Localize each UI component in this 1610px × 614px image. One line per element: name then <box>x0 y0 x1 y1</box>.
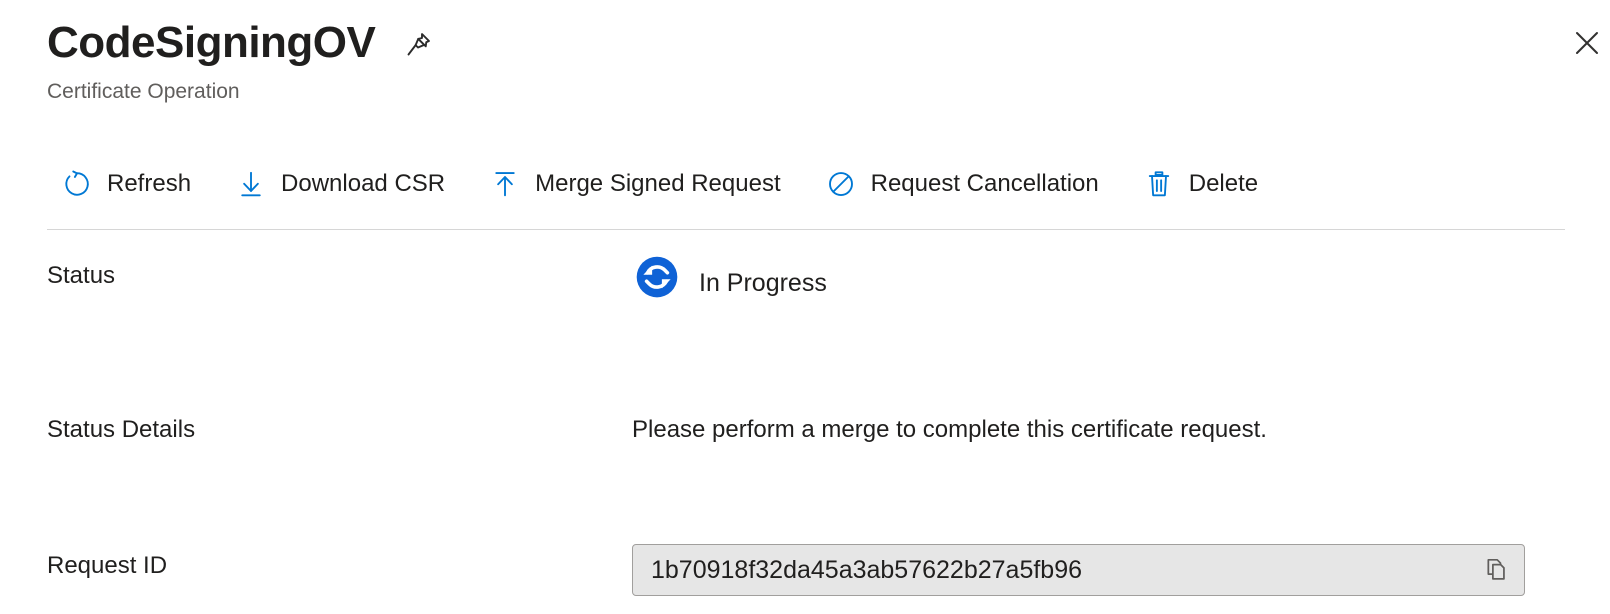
status-label: Status <box>47 262 116 289</box>
request-id-value: 1b70918f32da45a3ab57622b27a5fb96 <box>632 544 1565 596</box>
block-icon <box>825 168 857 200</box>
page-header: CodeSigningOV Certificate Operation <box>47 16 1550 106</box>
close-button[interactable] <box>1564 22 1610 68</box>
delete-button[interactable]: Delete <box>1129 162 1272 206</box>
delete-label: Delete <box>1188 170 1259 197</box>
trash-icon <box>1143 168 1175 200</box>
status-details-row: Status Details Please perform a merge to… <box>47 414 1565 478</box>
close-icon <box>1572 28 1602 63</box>
page-subtitle: Certificate Operation <box>47 80 240 103</box>
status-details-label: Status Details <box>47 416 196 443</box>
command-bar: Refresh Download CSR Merge Signed Reques… <box>47 162 1288 206</box>
request-id-label: Request ID <box>47 552 168 579</box>
page-title: CodeSigningOV <box>47 18 376 67</box>
refresh-button[interactable]: Refresh <box>47 162 205 206</box>
request-cancellation-label: Request Cancellation <box>870 170 1099 197</box>
refresh-icon <box>61 168 93 200</box>
status-value: In Progress <box>632 256 1565 306</box>
status-row: Status In Progress <box>47 256 1565 324</box>
download-icon <box>235 168 267 200</box>
pin-icon[interactable] <box>401 28 435 62</box>
request-id-field[interactable]: 1b70918f32da45a3ab57622b27a5fb96 <box>632 544 1525 596</box>
status-text: In Progress <box>699 269 827 297</box>
upload-icon <box>489 168 521 200</box>
request-id-row: Request ID 1b70918f32da45a3ab57622b27a5f… <box>47 544 1565 614</box>
properties-panel: Status In Progress Status Details Please… <box>47 256 1565 614</box>
download-csr-label: Download CSR <box>281 170 446 197</box>
command-bar-divider <box>47 229 1565 230</box>
copy-icon[interactable] <box>1482 555 1512 585</box>
request-id-text: 1b70918f32da45a3ab57622b27a5fb96 <box>651 556 1083 584</box>
in-progress-sync-icon <box>628 248 686 306</box>
refresh-label: Refresh <box>107 170 192 197</box>
merge-signed-request-label: Merge Signed Request <box>535 170 781 197</box>
download-csr-button[interactable]: Download CSR <box>221 162 459 206</box>
status-details-value: Please perform a merge to complete this … <box>632 416 1267 443</box>
request-cancellation-button[interactable]: Request Cancellation <box>811 162 1113 206</box>
merge-signed-request-button[interactable]: Merge Signed Request <box>475 162 794 206</box>
title-row: CodeSigningOV <box>47 16 1550 70</box>
